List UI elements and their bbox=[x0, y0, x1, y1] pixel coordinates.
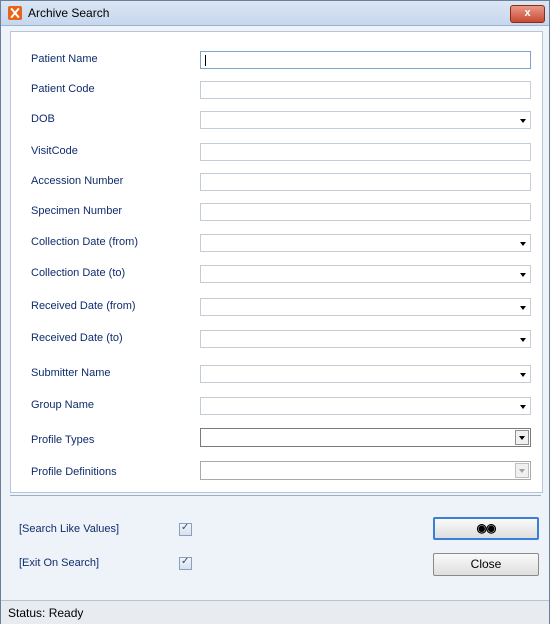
collection-date-to-picker[interactable] bbox=[200, 265, 531, 283]
dropdown-arrow-icon bbox=[519, 436, 525, 440]
dob-date-picker[interactable] bbox=[200, 111, 531, 129]
patient-code-label: Patient Code bbox=[31, 83, 95, 95]
exit-on-search-label: [Exit On Search] bbox=[19, 557, 100, 569]
specimen-number-label: Specimen Number bbox=[31, 205, 123, 217]
archive-search-window: Archive Search x Patient Name Patient Co… bbox=[0, 0, 550, 624]
dob-label: DOB bbox=[31, 113, 55, 125]
combo-dropdown-button[interactable] bbox=[515, 463, 529, 478]
profile-types-label: Profile Types bbox=[31, 434, 95, 446]
received-date-to-picker[interactable] bbox=[200, 330, 531, 348]
exit-on-search-checkbox[interactable] bbox=[179, 556, 192, 570]
received-date-to-label: Received Date (to) bbox=[31, 332, 123, 344]
combo-dropdown-button[interactable] bbox=[515, 430, 529, 445]
dropdown-arrow-icon[interactable] bbox=[520, 405, 526, 409]
profile-definitions-combo[interactable] bbox=[200, 461, 531, 480]
collection-date-from-label: Collection Date (from) bbox=[31, 236, 138, 248]
dropdown-arrow-icon[interactable] bbox=[520, 338, 526, 342]
dropdown-arrow-icon[interactable] bbox=[520, 306, 526, 310]
search-like-values-label: [Search Like Values] bbox=[19, 523, 120, 535]
search-button[interactable]: ◉◉ bbox=[433, 517, 539, 540]
dropdown-arrow-icon[interactable] bbox=[520, 373, 526, 377]
patient-name-input[interactable] bbox=[200, 51, 531, 69]
collection-date-from-picker[interactable] bbox=[200, 234, 531, 252]
patient-name-label: Patient Name bbox=[31, 53, 98, 65]
dropdown-arrow-icon[interactable] bbox=[520, 273, 526, 277]
visit-code-input[interactable] bbox=[200, 143, 531, 161]
window-close-button[interactable]: x bbox=[510, 5, 545, 23]
status-text: Status: Ready bbox=[8, 606, 84, 620]
profile-types-combo[interactable] bbox=[200, 428, 531, 447]
close-button[interactable]: Close bbox=[433, 553, 539, 576]
dropdown-arrow-icon[interactable] bbox=[520, 242, 526, 246]
submitter-name-label: Submitter Name bbox=[31, 367, 111, 379]
received-date-from-label: Received Date (from) bbox=[31, 300, 136, 312]
title-bar: Archive Search x bbox=[1, 1, 549, 26]
patient-code-input[interactable] bbox=[200, 81, 531, 99]
options-panel: [Search Like Values] [Exit On Search] ◉◉… bbox=[10, 495, 541, 598]
text-caret bbox=[205, 55, 206, 66]
group-name-label: Group Name bbox=[31, 399, 94, 411]
status-bar: Status: Ready bbox=[1, 600, 549, 624]
window-title: Archive Search bbox=[28, 6, 110, 20]
specimen-number-input[interactable] bbox=[200, 203, 531, 221]
visit-code-label: VisitCode bbox=[31, 145, 78, 157]
dropdown-arrow-icon[interactable] bbox=[520, 119, 526, 123]
group-name-dropdown[interactable] bbox=[200, 397, 531, 415]
received-date-from-picker[interactable] bbox=[200, 298, 531, 316]
accession-number-label: Accession Number bbox=[31, 175, 124, 187]
dropdown-arrow-icon bbox=[519, 469, 525, 473]
profile-definitions-label: Profile Definitions bbox=[31, 466, 117, 478]
accession-number-input[interactable] bbox=[200, 173, 531, 191]
search-like-values-checkbox[interactable] bbox=[179, 522, 192, 536]
collection-date-to-label: Collection Date (to) bbox=[31, 267, 126, 279]
binoculars-icon: ◉◉ bbox=[476, 521, 497, 535]
submitter-name-dropdown[interactable] bbox=[200, 365, 531, 383]
app-icon bbox=[8, 6, 22, 20]
search-form: Patient Name Patient Code DOB VisitCode … bbox=[10, 31, 543, 493]
